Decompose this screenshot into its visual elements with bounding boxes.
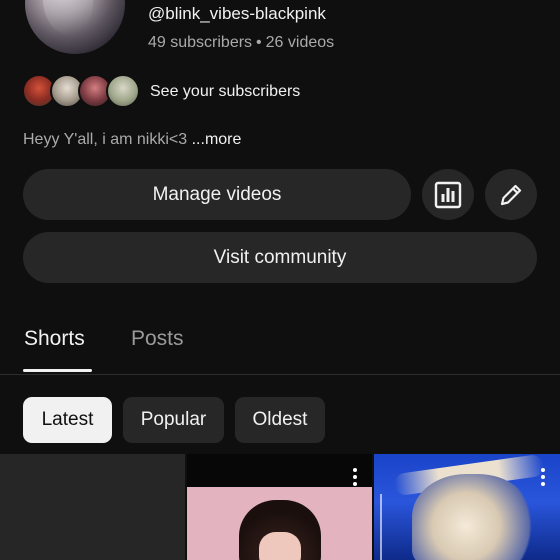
analytics-icon [434, 181, 462, 208]
channel-avatar[interactable] [25, 0, 125, 54]
channel-handle: @blink_vibes-blackpink [148, 4, 326, 23]
pencil-icon [500, 184, 522, 205]
tab-selected-indicator [23, 369, 92, 372]
subscriber-count: 49 subscribers [148, 34, 253, 51]
thumbnail-face [259, 532, 301, 560]
tab-posts[interactable]: Posts [131, 327, 184, 351]
manage-videos-button[interactable]: Manage videos [23, 169, 411, 220]
thumbnail-edge-highlight [380, 494, 382, 560]
thumbnail-subject [412, 474, 532, 560]
filter-chip-oldest[interactable]: Oldest [235, 397, 325, 443]
short-thumbnail[interactable] [0, 454, 185, 560]
filter-chip-popular[interactable]: Popular [123, 397, 224, 443]
tab-shorts[interactable]: Shorts [24, 327, 85, 351]
visit-community-button[interactable]: Visit community [23, 232, 537, 283]
bio-text: Heyy Y'all, i am nikki<3 [23, 131, 188, 148]
edit-channel-button[interactable] [485, 169, 537, 220]
subscriber-avatar [106, 74, 140, 108]
stats-separator: • [256, 34, 262, 51]
video-count: 26 videos [265, 34, 335, 51]
tab-divider [0, 374, 560, 375]
analytics-button[interactable] [422, 169, 474, 220]
more-options-icon[interactable] [353, 468, 357, 486]
subscriber-avatars[interactable] [22, 74, 142, 110]
visit-community-label: Visit community [213, 246, 347, 268]
short-thumbnail[interactable] [187, 454, 372, 560]
filter-chip-latest[interactable]: Latest [23, 397, 112, 443]
see-subscribers-link[interactable]: See your subscribers [150, 83, 300, 101]
bio-more-link[interactable]: ...more [192, 131, 242, 148]
channel-bio[interactable]: Heyy Y'all, i am nikki<3 ...more [23, 131, 241, 149]
short-thumbnail[interactable] [374, 454, 560, 560]
channel-stats: 49 subscribers • 26 videos [148, 34, 334, 52]
manage-videos-label: Manage videos [152, 183, 282, 205]
more-options-icon[interactable] [541, 468, 545, 486]
